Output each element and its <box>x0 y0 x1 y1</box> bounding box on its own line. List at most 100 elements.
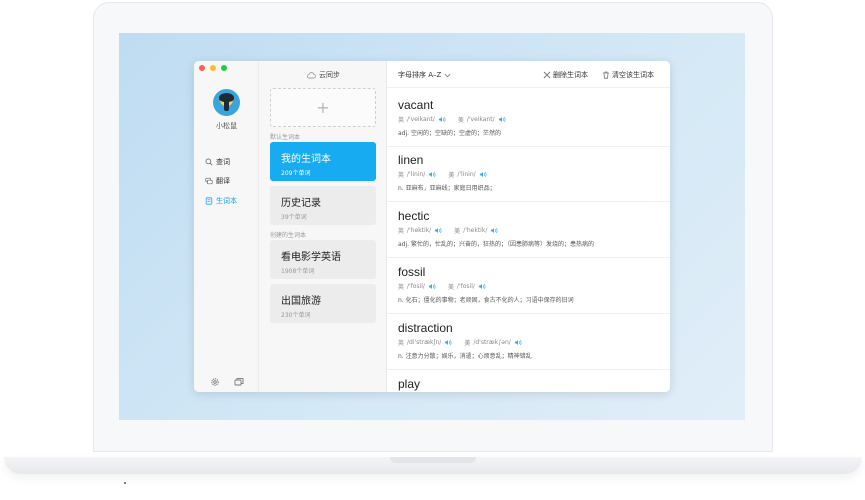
windows-icon <box>234 378 244 386</box>
phonetic-text: /'hektik/ <box>463 227 488 234</box>
wordbook-panel: 云同步 + 默认生词本 我的生词本 209个单词 历史记录 39个单词 创建的生… <box>259 61 387 392</box>
wordbook-name: 历史记录 <box>281 198 321 209</box>
settings-button[interactable] <box>210 372 220 386</box>
speaker-icon[interactable] <box>479 171 487 178</box>
word-entry[interactable]: play <box>398 377 660 391</box>
wordbook-card[interactable]: 看电影学英语 1908个单词 <box>270 240 376 279</box>
wordbook-name: 出国旅游 <box>281 296 321 307</box>
speaker-icon[interactable] <box>478 283 486 290</box>
word-list-toolbar: 字母排序 A–Z 删除生词本 清空该生词本 <box>387 61 670 88</box>
username: 小松鼠 <box>216 122 237 130</box>
speaker-icon[interactable] <box>514 339 522 346</box>
sort-label: 字母排序 A–Z <box>398 71 442 79</box>
sync-label: 云同步 <box>319 71 340 79</box>
wordbook-card[interactable]: 历史记录 39个单词 <box>270 186 376 225</box>
wordbook-card[interactable]: 出国旅游 230个单词 <box>270 284 376 323</box>
cloud-sync-button[interactable]: 云同步 <box>259 70 387 80</box>
phonetic-uk: 英/'veikant/ <box>398 115 446 124</box>
divider <box>387 146 670 147</box>
word-list-panel: 字母排序 A–Z 删除生词本 清空该生词本 vacant 英/'veikant/… <box>387 61 670 392</box>
phonetics: 英/'veikant/ 美/'veikant/ <box>398 115 660 124</box>
word-definition: n. 亚麻布，亚麻线；家庭日用织品； <box>398 185 496 192</box>
phonetic-text: /'linin/ <box>407 171 426 178</box>
laptop-notch <box>390 457 476 463</box>
phonetic-text: /di'strækʃn/ <box>407 339 442 346</box>
minimize-window-button[interactable] <box>210 65 216 71</box>
wordbook-count: 209个单词 <box>281 170 311 177</box>
wordbook-count: 1908个单词 <box>281 268 315 275</box>
divider <box>387 257 670 258</box>
phonetic-text: /'hektik/ <box>407 227 432 234</box>
close-window-button[interactable] <box>199 65 205 71</box>
wordbook-card[interactable]: 我的生词本 209个单词 <box>270 142 376 181</box>
speaker-icon[interactable] <box>498 116 506 123</box>
nav-item-lookup[interactable]: 查词 <box>205 156 230 168</box>
phonetic-us: 美/'hektik/ <box>454 226 498 235</box>
phonetic-label: 美 <box>457 117 464 124</box>
word-definition: adj. 空闲的；空缺的；空虚的；茫然的 <box>398 130 501 137</box>
clear-label: 清空该生词本 <box>612 71 654 79</box>
nav-item-label: 生词本 <box>216 197 237 205</box>
speaker-icon[interactable] <box>434 227 442 234</box>
delete-wordbook-button[interactable]: 删除生词本 <box>543 70 588 80</box>
phonetic-us: 美/'veikant/ <box>458 115 506 124</box>
word-entry[interactable]: linen 英/'linin/ 美/'linin/ n. 亚麻布，亚麻线；家庭日… <box>398 153 660 192</box>
phonetic-label: 英 <box>398 284 405 291</box>
word-text: distraction <box>398 321 453 335</box>
phonetic-label: 美 <box>454 228 461 235</box>
clear-wordbook-button[interactable]: 清空该生词本 <box>602 70 654 80</box>
phonetic-label: 美 <box>464 340 471 347</box>
phonetic-label: 美 <box>447 284 454 291</box>
phonetic-us: 美/'fosil/ <box>448 282 486 291</box>
nav-item-translate[interactable]: 翻译 <box>205 175 230 187</box>
speaker-icon[interactable] <box>438 116 446 123</box>
word-entry[interactable]: distraction 英/di'strækʃn/ 美/d'stræk∫ən/ … <box>398 321 660 360</box>
word-entry[interactable]: hectic 英/'hektik/ 美/'hektik/ adj. 繁忙的，忙乱… <box>398 209 660 248</box>
app-window: 小松鼠 查词 翻译 生词本 云同步 + 默认生词本 我的生词本 209个单词 历… <box>194 61 670 392</box>
phonetic-us: 美/d'stræk∫ən/ <box>464 338 522 347</box>
close-icon <box>543 71 551 79</box>
speaker-icon[interactable] <box>490 227 498 234</box>
phonetic-text: /'veikant/ <box>466 116 495 123</box>
phonetic-label: 美 <box>448 172 455 179</box>
divider <box>387 369 670 370</box>
phonetic-label: 英 <box>398 117 405 124</box>
phonetic-label: 英 <box>398 228 405 235</box>
plus-icon: + <box>316 97 330 117</box>
chevron-down-icon <box>444 73 451 77</box>
phonetic-uk: 英/'fosil/ <box>398 282 436 291</box>
trash-icon <box>603 71 609 79</box>
avatar[interactable] <box>213 89 240 116</box>
laptop-dot <box>124 482 126 484</box>
zoom-window-button[interactable] <box>221 65 227 71</box>
word-entry[interactable]: vacant 英/'veikant/ 美/'veikant/ adj. 空闲的；… <box>398 98 660 137</box>
word-text: fossil <box>398 265 426 279</box>
cloud-icon <box>306 71 316 78</box>
group-label-default: 默认生词本 <box>270 134 301 141</box>
divider <box>387 201 670 202</box>
nav-item-label: 翻译 <box>216 177 230 185</box>
word-text: hectic <box>398 209 430 223</box>
word-entry[interactable]: fossil 英/'fosil/ 美/'fosil/ n. 化石；僵化的事物；老… <box>398 265 660 304</box>
phonetic-uk: 英/di'strækʃn/ <box>398 338 452 347</box>
windows-button[interactable] <box>234 372 244 386</box>
phonetic-label: 英 <box>398 172 405 179</box>
wordbook-name: 我的生词本 <box>281 154 331 165</box>
sort-dropdown[interactable]: 字母排序 A–Z <box>398 70 451 80</box>
notebook-icon <box>205 197 213 205</box>
nav-item-vocabulary[interactable]: 生词本 <box>205 195 237 207</box>
delete-label: 删除生词本 <box>553 71 588 79</box>
sidebar: 小松鼠 查词 翻译 生词本 <box>194 61 259 392</box>
speaker-icon[interactable] <box>428 283 436 290</box>
speaker-icon[interactable] <box>428 171 436 178</box>
nav-item-label: 查词 <box>216 158 230 166</box>
phonetic-uk: 英/'hektik/ <box>398 226 442 235</box>
speaker-icon[interactable] <box>444 339 452 346</box>
word-text: play <box>398 377 421 391</box>
add-wordbook-button[interactable]: + <box>270 88 376 127</box>
word-definition: n. 化石；僵化的事物；老顽固，食古不化的人；习语中保存的旧词 <box>398 297 574 304</box>
phonetic-uk: 英/'linin/ <box>398 170 436 179</box>
phonetic-text: /'fosil/ <box>456 283 475 290</box>
word-definition: adj. 繁忙的，忙乱的；兴奋的，狂热的；（因患肺病等）发烧的；患热病的 <box>398 241 594 248</box>
phonetics: 英/'linin/ 美 /'linin/ <box>398 170 660 179</box>
